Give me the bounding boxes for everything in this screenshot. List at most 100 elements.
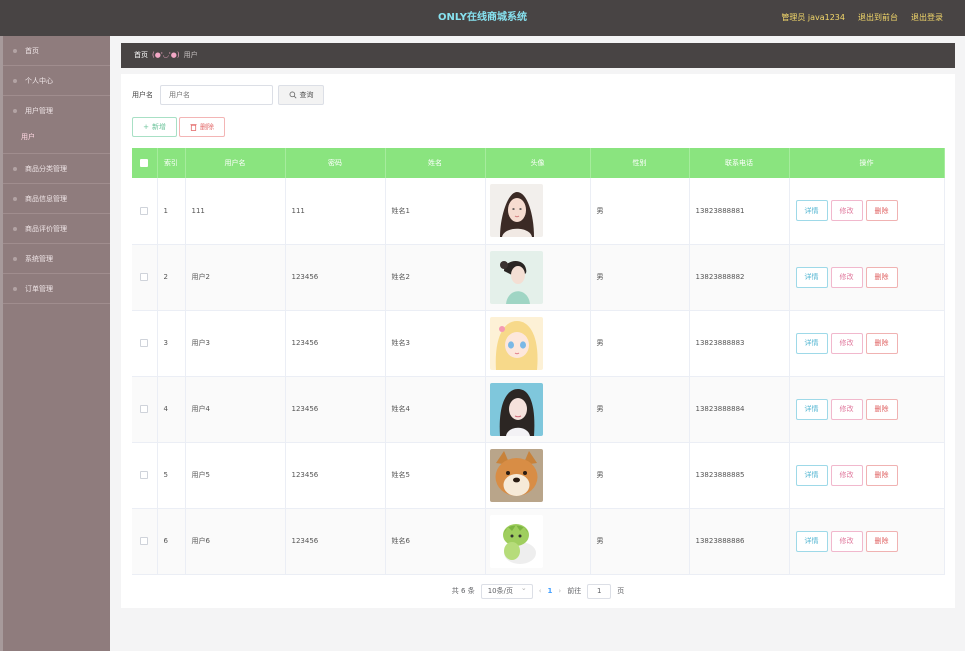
table-row: 6 用户6 123456 姓名6 男 13823888886 详情 修改 删除 xyxy=(132,508,945,574)
detail-button[interactable]: 详情 xyxy=(795,266,828,288)
search-icon xyxy=(289,91,296,99)
cell-name: 姓名3 xyxy=(385,310,486,376)
table-row: 4 用户4 123456 姓名4 男 13823888884 详情 修改 删除 xyxy=(132,376,945,442)
exit-to-front-link[interactable]: 退出到前台 xyxy=(858,0,898,36)
sidebar-item-profile[interactable]: 个人中心 xyxy=(3,66,110,96)
sidebar-item-label: 订单管理 xyxy=(25,285,53,293)
admin-label: 管理员 java1234 xyxy=(781,13,845,22)
total-count: 共 6 条 xyxy=(451,587,475,595)
row-checkbox[interactable] xyxy=(132,376,158,442)
cell-name: 姓名2 xyxy=(385,244,486,310)
search-input[interactable] xyxy=(160,85,273,105)
user-table: 索引 用户名 密码 姓名 头像 性别 联系电话 操作 1 111 111 姓名1 xyxy=(132,148,945,575)
cell-avatar xyxy=(485,376,591,442)
goto-label: 前往 xyxy=(567,587,582,595)
batch-delete-button[interactable]: 删除 xyxy=(179,117,225,137)
delete-button[interactable]: 删除 xyxy=(865,398,898,420)
add-button[interactable]: + 新增 xyxy=(132,117,177,137)
sidebar-item-user-management[interactable]: 用户管理 xyxy=(3,96,110,126)
sidebar-item-order-management[interactable]: 订单管理 xyxy=(3,274,110,304)
delete-button[interactable]: 删除 xyxy=(865,332,898,354)
sidebar-item-system-management[interactable]: 系统管理 xyxy=(3,244,110,274)
prev-page-icon[interactable]: ‹ xyxy=(539,587,542,595)
cell-phone: 13823888884 xyxy=(689,376,790,442)
menu-dot-icon xyxy=(13,227,17,231)
cell-username: 用户6 xyxy=(185,508,286,574)
goto-page-input[interactable]: 1 xyxy=(587,583,612,599)
row-checkbox[interactable] xyxy=(132,508,158,574)
breadcrumb-current: 用户 xyxy=(183,51,198,59)
cell-index: 6 xyxy=(157,508,186,574)
sidebar-subitem-users[interactable]: 用户 xyxy=(3,126,110,154)
column-header-gender[interactable]: 性别 xyxy=(590,148,690,178)
sidebar-item-label: 商品分类管理 xyxy=(25,165,67,173)
delete-button[interactable]: 删除 xyxy=(865,200,898,222)
detail-button[interactable]: 详情 xyxy=(795,332,828,354)
cell-name: 姓名6 xyxy=(385,508,486,574)
menu-dot-icon xyxy=(13,49,17,53)
edit-button[interactable]: 修改 xyxy=(830,200,863,222)
delete-button[interactable]: 删除 xyxy=(865,530,898,552)
edit-button[interactable]: 修改 xyxy=(830,398,863,420)
column-header-phone[interactable]: 联系电话 xyxy=(689,148,790,178)
sidebar-item-label: 用户管理 xyxy=(25,107,53,115)
edit-button[interactable]: 修改 xyxy=(830,530,863,552)
cell-name: 姓名5 xyxy=(385,442,486,508)
row-checkbox[interactable] xyxy=(132,310,158,376)
header-actions: 管理员 java1234 退出到前台 退出登录 xyxy=(781,0,943,36)
edit-button[interactable]: 修改 xyxy=(830,464,863,486)
page-number[interactable]: 1 xyxy=(548,587,553,595)
cell-name: 姓名4 xyxy=(385,376,486,442)
column-header-password[interactable]: 密码 xyxy=(285,148,386,178)
trash-icon xyxy=(190,124,197,131)
cell-index: 3 xyxy=(157,310,186,376)
row-checkbox[interactable] xyxy=(132,178,158,244)
detail-button[interactable]: 详情 xyxy=(795,530,828,552)
cell-avatar xyxy=(485,442,591,508)
page-size-select[interactable]: 10条/页 xyxy=(480,582,533,599)
column-header-username[interactable]: 用户名 xyxy=(185,148,286,178)
detail-button[interactable]: 详情 xyxy=(795,464,828,486)
delete-button[interactable]: 删除 xyxy=(865,464,898,486)
column-header-name[interactable]: 姓名 xyxy=(385,148,486,178)
cell-phone: 13823888881 xyxy=(689,178,790,244)
cell-actions: 详情 修改 删除 xyxy=(789,244,945,310)
query-button-label: 查询 xyxy=(299,91,314,99)
sidebar-item-label: 系统管理 xyxy=(25,255,53,263)
table-row: 1 111 111 姓名1 男 13823888881 详情 修改 删除 xyxy=(132,178,945,244)
cell-name: 姓名1 xyxy=(385,178,486,244)
edit-button[interactable]: 修改 xyxy=(830,332,863,354)
sidebar-item-category-management[interactable]: 商品分类管理 xyxy=(3,154,110,184)
detail-button[interactable]: 详情 xyxy=(795,398,828,420)
edit-button[interactable]: 修改 xyxy=(830,266,863,288)
toolbar: + 新增 删除 xyxy=(132,117,225,137)
breadcrumb: 首页 (●'◡'●) 用户 xyxy=(121,43,955,68)
select-all-checkbox[interactable] xyxy=(132,148,158,178)
row-checkbox[interactable] xyxy=(132,244,158,310)
cell-username: 用户4 xyxy=(185,376,286,442)
sidebar-item-product-management[interactable]: 商品信息管理 xyxy=(3,184,110,214)
breadcrumb-home[interactable]: 首页 xyxy=(134,51,148,59)
sidebar-item-review-management[interactable]: 商品评价管理 xyxy=(3,214,110,244)
plus-icon: + xyxy=(143,123,149,131)
cell-index: 1 xyxy=(157,178,186,244)
main-panel: 用户名 查询 +新增 删除 索引 用户名 密码 姓名 头像 性别 联系电话 xyxy=(121,74,955,608)
sidebar-item-home[interactable]: 首页 xyxy=(3,36,110,66)
next-page-icon[interactable]: › xyxy=(558,587,561,595)
column-header-avatar[interactable]: 头像 xyxy=(485,148,591,178)
query-button[interactable]: 查询 xyxy=(278,85,324,105)
cell-gender: 男 xyxy=(590,442,690,508)
cell-username: 111 xyxy=(185,178,286,244)
cell-actions: 详情 修改 删除 xyxy=(789,376,945,442)
cell-password: 123456 xyxy=(285,244,386,310)
delete-button[interactable]: 删除 xyxy=(865,266,898,288)
cell-index: 4 xyxy=(157,376,186,442)
pagination: 共 6 条 10条/页 ‹ 1 › 前往 1 页 xyxy=(121,582,955,599)
logout-link[interactable]: 退出登录 xyxy=(911,0,943,36)
cell-password: 123456 xyxy=(285,442,386,508)
cell-actions: 详情 修改 删除 xyxy=(789,178,945,244)
detail-button[interactable]: 详情 xyxy=(795,200,828,222)
row-checkbox[interactable] xyxy=(132,442,158,508)
table-row: 3 用户3 123456 姓名3 男 13823888883 详情 修改 删除 xyxy=(132,310,945,376)
column-header-index[interactable]: 索引 xyxy=(157,148,186,178)
